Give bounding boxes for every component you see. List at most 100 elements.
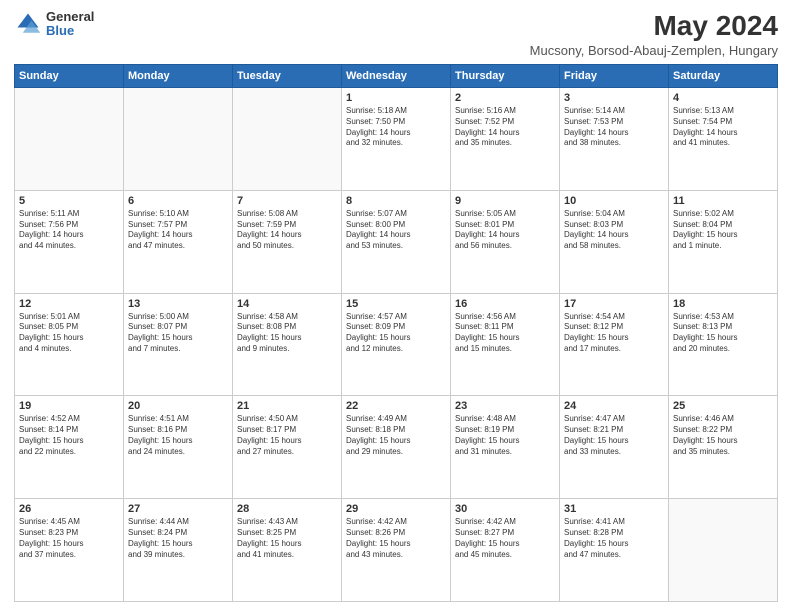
calendar-cell xyxy=(124,88,233,191)
calendar-cell: 13Sunrise: 5:00 AMSunset: 8:07 PMDayligh… xyxy=(124,293,233,396)
day-info: Sunrise: 4:49 AMSunset: 8:18 PMDaylight:… xyxy=(346,414,446,457)
day-number: 16 xyxy=(455,298,555,310)
day-number: 27 xyxy=(128,503,228,515)
calendar-cell: 18Sunrise: 4:53 AMSunset: 8:13 PMDayligh… xyxy=(669,293,778,396)
day-number: 28 xyxy=(237,503,337,515)
calendar-cell: 2 Sunrise: 5:16 AMSunset: 7:52 PMDaylight… xyxy=(451,88,560,191)
day-number: 10 xyxy=(564,195,664,207)
week-row-2: 5 Sunrise: 5:11 AMSunset: 7:56 PMDaylight… xyxy=(15,190,778,293)
calendar-cell: 10 Sunrise: 5:04 AMSunset: 8:03 PMDayligh… xyxy=(560,190,669,293)
main-title: May 2024 xyxy=(530,10,778,42)
day-info: Sunrise: 4:56 AMSunset: 8:11 PMDaylight:… xyxy=(455,312,555,355)
day-info: Sunrise: 5:04 AMSunset: 8:03 PMDaylight:… xyxy=(564,209,664,252)
day-number: 14 xyxy=(237,298,337,310)
calendar-cell: 5 Sunrise: 5:11 AMSunset: 7:56 PMDaylight… xyxy=(15,190,124,293)
weekday-header-wednesday: Wednesday xyxy=(342,65,451,88)
calendar-cell: 28 Sunrise: 4:43 AMSunset: 8:25 PMDayligh… xyxy=(233,499,342,602)
calendar-cell: 27 Sunrise: 4:44 AMSunset: 8:24 PMDayligh… xyxy=(124,499,233,602)
day-info: Sunrise: 5:01 AMSunset: 8:05 PMDaylight:… xyxy=(19,312,119,355)
day-info: Sunrise: 4:58 AMSunset: 8:08 PMDaylight:… xyxy=(237,312,337,355)
calendar-cell xyxy=(15,88,124,191)
day-info: Sunrise: 4:51 AMSunset: 8:16 PMDaylight:… xyxy=(128,414,228,457)
day-info: Sunrise: 5:18 AMSunset: 7:50 PMDaylight:… xyxy=(346,106,446,149)
calendar-cell xyxy=(669,499,778,602)
day-info: Sunrise: 4:41 AMSunset: 8:28 PMDaylight:… xyxy=(564,517,664,560)
calendar-cell: 11Sunrise: 5:02 AMSunset: 8:04 PMDayligh… xyxy=(669,190,778,293)
week-row-1: 1 Sunrise: 5:18 AMSunset: 7:50 PMDaylight… xyxy=(15,88,778,191)
calendar-cell: 15 Sunrise: 4:57 AMSunset: 8:09 PMDayligh… xyxy=(342,293,451,396)
day-number: 1 xyxy=(346,92,446,104)
logo-line1: General xyxy=(46,10,94,24)
day-info: Sunrise: 5:16 AMSunset: 7:52 PMDaylight:… xyxy=(455,106,555,149)
weekday-header-monday: Monday xyxy=(124,65,233,88)
weekday-header-saturday: Saturday xyxy=(669,65,778,88)
weekday-header-sunday: Sunday xyxy=(15,65,124,88)
calendar-cell: 26Sunrise: 4:45 AMSunset: 8:23 PMDayligh… xyxy=(15,499,124,602)
week-row-3: 12Sunrise: 5:01 AMSunset: 8:05 PMDayligh… xyxy=(15,293,778,396)
day-info: Sunrise: 5:14 AMSunset: 7:53 PMDaylight:… xyxy=(564,106,664,149)
day-info: Sunrise: 4:42 AMSunset: 8:27 PMDaylight:… xyxy=(455,517,555,560)
weekday-header-row: SundayMondayTuesdayWednesdayThursdayFrid… xyxy=(15,65,778,88)
day-number: 5 xyxy=(19,195,119,207)
week-row-4: 19Sunrise: 4:52 AMSunset: 8:14 PMDayligh… xyxy=(15,396,778,499)
calendar-cell: 24Sunrise: 4:47 AMSunset: 8:21 PMDayligh… xyxy=(560,396,669,499)
calendar-cell: 8Sunrise: 5:07 AMSunset: 8:00 PMDaylight… xyxy=(342,190,451,293)
calendar-cell: 16 Sunrise: 4:56 AMSunset: 8:11 PMDayligh… xyxy=(451,293,560,396)
day-info: Sunrise: 4:45 AMSunset: 8:23 PMDaylight:… xyxy=(19,517,119,560)
calendar-cell: 1 Sunrise: 5:18 AMSunset: 7:50 PMDaylight… xyxy=(342,88,451,191)
title-block: May 2024 Mucsony, Borsod-Abauj-Zemplen, … xyxy=(530,10,778,58)
calendar-cell: 22 Sunrise: 4:49 AMSunset: 8:18 PMDayligh… xyxy=(342,396,451,499)
logo-text: General Blue xyxy=(46,10,94,39)
calendar-cell: 6 Sunrise: 5:10 AMSunset: 7:57 PMDaylight… xyxy=(124,190,233,293)
day-info: Sunrise: 4:43 AMSunset: 8:25 PMDaylight:… xyxy=(237,517,337,560)
calendar-cell: 17Sunrise: 4:54 AMSunset: 8:12 PMDayligh… xyxy=(560,293,669,396)
logo: General Blue xyxy=(14,10,94,39)
day-info: Sunrise: 5:05 AMSunset: 8:01 PMDaylight:… xyxy=(455,209,555,252)
calendar-cell: 9 Sunrise: 5:05 AMSunset: 8:01 PMDaylight… xyxy=(451,190,560,293)
calendar-cell: 30 Sunrise: 4:42 AMSunset: 8:27 PMDayligh… xyxy=(451,499,560,602)
calendar-cell: 31Sunrise: 4:41 AMSunset: 8:28 PMDayligh… xyxy=(560,499,669,602)
calendar-cell: 12Sunrise: 5:01 AMSunset: 8:05 PMDayligh… xyxy=(15,293,124,396)
day-info: Sunrise: 4:50 AMSunset: 8:17 PMDaylight:… xyxy=(237,414,337,457)
day-number: 15 xyxy=(346,298,446,310)
day-info: Sunrise: 5:11 AMSunset: 7:56 PMDaylight:… xyxy=(19,209,119,252)
day-number: 2 xyxy=(455,92,555,104)
day-number: 7 xyxy=(237,195,337,207)
day-number: 11 xyxy=(673,195,773,207)
day-info: Sunrise: 4:57 AMSunset: 8:09 PMDaylight:… xyxy=(346,312,446,355)
day-info: Sunrise: 5:13 AMSunset: 7:54 PMDaylight:… xyxy=(673,106,773,149)
week-row-5: 26Sunrise: 4:45 AMSunset: 8:23 PMDayligh… xyxy=(15,499,778,602)
day-number: 23 xyxy=(455,400,555,412)
logo-line2: Blue xyxy=(46,24,94,38)
calendar-table: SundayMondayTuesdayWednesdayThursdayFrid… xyxy=(14,64,778,602)
day-number: 29 xyxy=(346,503,446,515)
day-info: Sunrise: 5:00 AMSunset: 8:07 PMDaylight:… xyxy=(128,312,228,355)
calendar-cell: 3Sunrise: 5:14 AMSunset: 7:53 PMDaylight… xyxy=(560,88,669,191)
day-info: Sunrise: 4:46 AMSunset: 8:22 PMDaylight:… xyxy=(673,414,773,457)
subtitle: Mucsony, Borsod-Abauj-Zemplen, Hungary xyxy=(530,43,778,58)
calendar-cell: 4 Sunrise: 5:13 AMSunset: 7:54 PMDaylight… xyxy=(669,88,778,191)
page: General Blue May 2024 Mucsony, Borsod-Ab… xyxy=(0,0,792,612)
day-info: Sunrise: 4:54 AMSunset: 8:12 PMDaylight:… xyxy=(564,312,664,355)
calendar-cell: 29Sunrise: 4:42 AMSunset: 8:26 PMDayligh… xyxy=(342,499,451,602)
day-info: Sunrise: 4:44 AMSunset: 8:24 PMDaylight:… xyxy=(128,517,228,560)
day-number: 25 xyxy=(673,400,773,412)
day-number: 4 xyxy=(673,92,773,104)
day-number: 21 xyxy=(237,400,337,412)
day-number: 22 xyxy=(346,400,446,412)
day-info: Sunrise: 4:52 AMSunset: 8:14 PMDaylight:… xyxy=(19,414,119,457)
logo-icon xyxy=(14,10,42,38)
calendar-cell: 14 Sunrise: 4:58 AMSunset: 8:08 PMDayligh… xyxy=(233,293,342,396)
calendar-cell: 21 Sunrise: 4:50 AMSunset: 8:17 PMDayligh… xyxy=(233,396,342,499)
day-number: 20 xyxy=(128,400,228,412)
calendar-cell xyxy=(233,88,342,191)
day-number: 30 xyxy=(455,503,555,515)
calendar-cell: 19Sunrise: 4:52 AMSunset: 8:14 PMDayligh… xyxy=(15,396,124,499)
calendar-cell: 25 Sunrise: 4:46 AMSunset: 8:22 PMDayligh… xyxy=(669,396,778,499)
day-info: Sunrise: 4:48 AMSunset: 8:19 PMDaylight:… xyxy=(455,414,555,457)
day-number: 9 xyxy=(455,195,555,207)
day-info: Sunrise: 5:10 AMSunset: 7:57 PMDaylight:… xyxy=(128,209,228,252)
day-number: 24 xyxy=(564,400,664,412)
day-number: 6 xyxy=(128,195,228,207)
calendar-cell: 7Sunrise: 5:08 AMSunset: 7:59 PMDaylight… xyxy=(233,190,342,293)
